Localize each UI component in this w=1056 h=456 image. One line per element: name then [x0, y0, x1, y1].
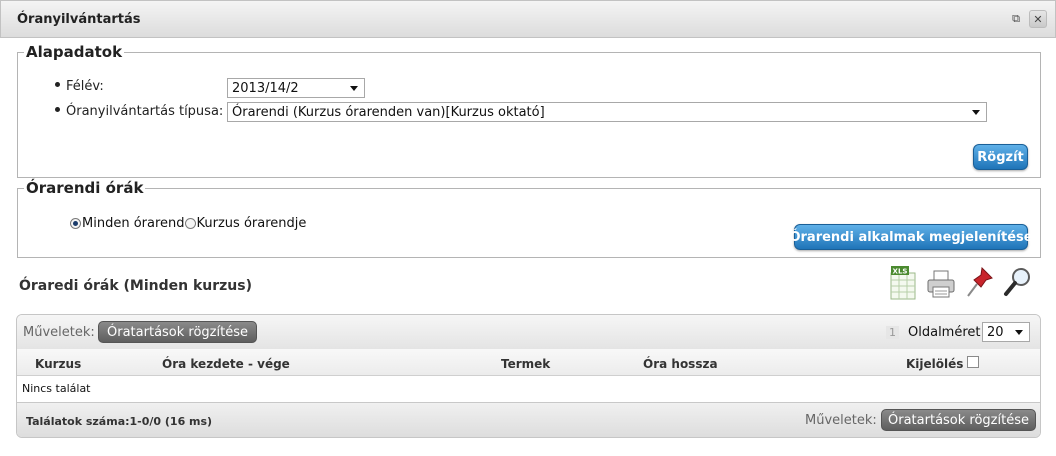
timetable-radio-group: Minden órarend Kurzus órarendje: [70, 216, 306, 231]
type-value: Órarendi (Kurzus órarenden van)[Kurzus o…: [232, 105, 545, 120]
pin-icon[interactable]: [964, 265, 996, 301]
window-titlebar: Óranyilvántartás ⧉ ✕: [0, 0, 1056, 38]
radio-course-label[interactable]: Kurzus órarendje: [197, 216, 307, 231]
select-all-checkbox[interactable]: [967, 356, 979, 368]
chevron-down-icon: [1015, 330, 1023, 335]
results-count: Találatok száma:1-0/0 (16 ms): [26, 415, 213, 428]
popout-icon[interactable]: ⧉: [1007, 10, 1025, 28]
results-grid: Műveletek: Óratartások rögzítése 1 Oldal…: [16, 314, 1041, 438]
radio-course-timetable[interactable]: [184, 218, 196, 229]
col-course[interactable]: Kurzus: [35, 357, 81, 371]
semester-label: Félév:: [55, 79, 104, 94]
excel-label: XLS: [893, 268, 908, 276]
actions-label: Műveletek:: [23, 325, 95, 340]
show-timetable-button[interactable]: Órarendi alkalmak megjelenítése: [789, 224, 1033, 250]
type-select[interactable]: Órarendi (Kurzus órarenden van)[Kurzus o…: [227, 102, 987, 122]
page-number[interactable]: 1: [886, 326, 899, 339]
page-size-label: Oldalméret: [908, 325, 981, 340]
col-rooms[interactable]: Termek: [501, 357, 550, 371]
page-size-value: 20: [987, 325, 1004, 340]
table-row: Nincs találat: [17, 376, 1040, 402]
radio-all-label[interactable]: Minden órarend: [82, 216, 185, 231]
grid-toolbar: Műveletek: Óratartások rögzítése 1 Oldal…: [17, 315, 1040, 349]
chevron-down-icon: [350, 86, 358, 91]
semester-select[interactable]: 2013/14/2: [227, 78, 365, 98]
grid-footer: Találatok száma:1-0/0 (16 ms) Műveletek:…: [17, 402, 1040, 437]
radio-all-timetables[interactable]: [70, 218, 81, 229]
chevron-down-icon: [972, 110, 980, 115]
save-button[interactable]: Rögzít: [973, 144, 1028, 170]
grid-header-row: Kurzus Óra kezdete - vége Termek Óra hos…: [17, 349, 1040, 376]
col-select: Kijelölés: [906, 357, 964, 371]
list-title: Óraredi órák (Minden kurzus): [19, 278, 252, 294]
page-size-select[interactable]: 20: [982, 322, 1030, 342]
col-start-end[interactable]: Óra kezdete - vége: [162, 357, 290, 371]
empty-message: Nincs találat: [22, 382, 91, 395]
basic-data-legend: Alapadatok: [24, 43, 125, 61]
timetable-legend: Órarendi órák: [24, 179, 146, 197]
excel-export-icon[interactable]: XLS: [888, 265, 920, 301]
close-icon[interactable]: ✕: [1029, 10, 1047, 28]
type-label: Óranyilvántartás típusa:: [55, 104, 223, 119]
timetable-fieldset: Órarendi órák Minden órarend Kurzus órar…: [17, 179, 1041, 258]
record-attendance-button[interactable]: Óratartások rögzítése: [98, 321, 257, 343]
basic-data-fieldset: Alapadatok Félév: 2013/14/2 Óranyilvánta…: [17, 43, 1041, 178]
printer-icon[interactable]: [925, 265, 957, 301]
semester-value: 2013/14/2: [232, 81, 299, 96]
magnifier-icon[interactable]: [1002, 265, 1034, 301]
footer-actions-label: Műveletek:: [805, 413, 877, 428]
col-duration[interactable]: Óra hossza: [643, 357, 718, 371]
window-title: Óranyilvántartás: [17, 12, 141, 27]
footer-record-attendance-button[interactable]: Óratartások rögzítése: [881, 409, 1036, 431]
